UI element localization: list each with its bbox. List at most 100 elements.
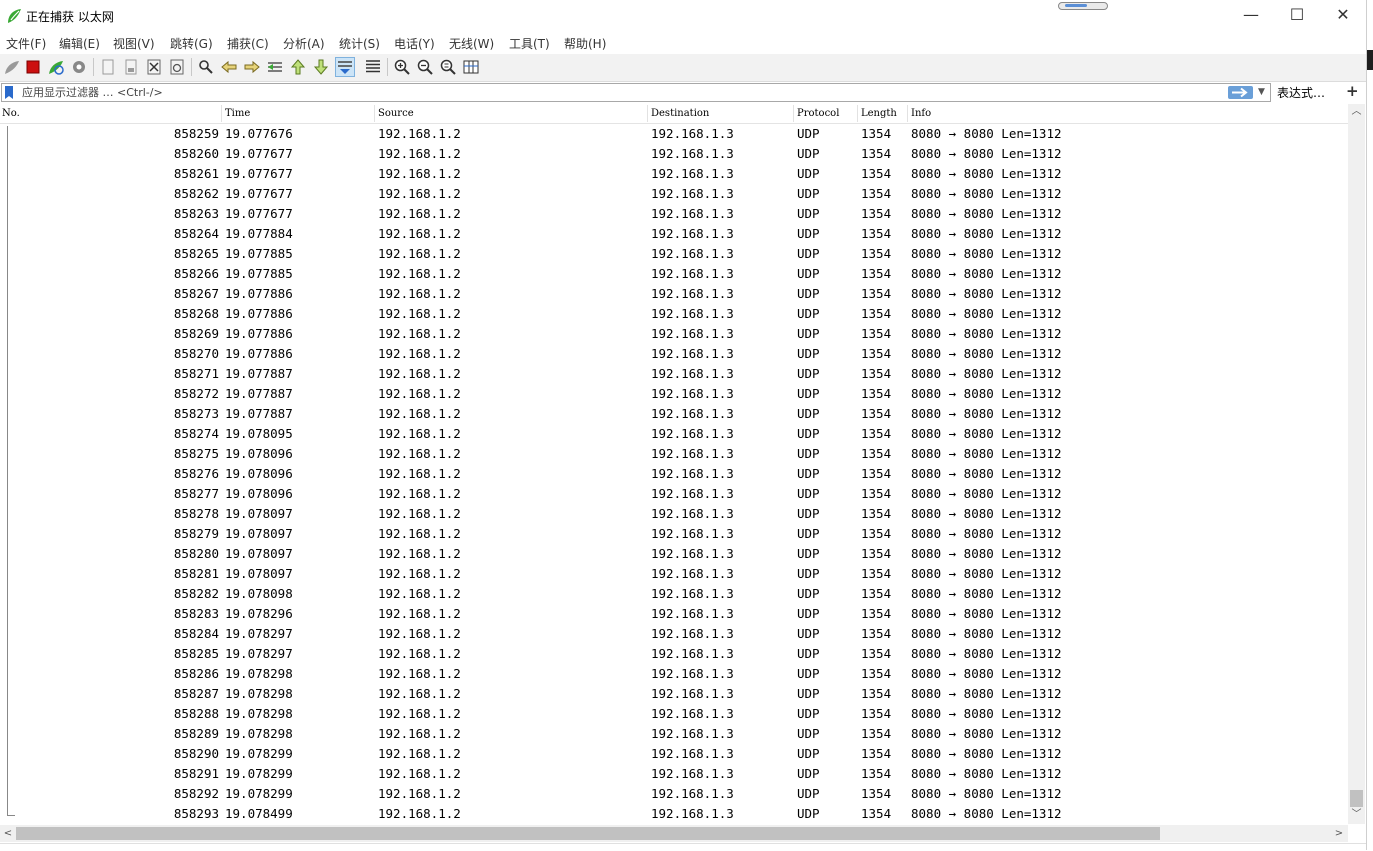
packet-row[interactable]: 858266 19.077885 192.168.1.2 192.168.1.3 UDP… xyxy=(0,264,1348,284)
menu-analyze[interactable]: 分析(A) xyxy=(283,35,325,52)
close-file-icon[interactable] xyxy=(145,58,163,76)
packet-row[interactable]: 858261 19.077677 192.168.1.2 192.168.1.3 UDP… xyxy=(0,164,1348,184)
column-header-source[interactable]: Source xyxy=(378,108,414,119)
scroll-up-arrow-icon[interactable]: ︿ xyxy=(1348,104,1365,120)
vertical-scrollbar[interactable]: ︿ ﹀ xyxy=(1348,104,1365,824)
packet-row[interactable]: 858293 19.078499 192.168.1.2 192.168.1.3 UDP… xyxy=(0,804,1348,824)
packet-list[interactable]: No. Time Source Destination Protocol Len… xyxy=(0,104,1366,824)
menu-view[interactable]: 视图(V) xyxy=(113,35,155,52)
packet-length: 1354 xyxy=(861,486,892,501)
open-file-icon[interactable] xyxy=(99,58,117,76)
menu-wireless[interactable]: 无线(W) xyxy=(449,35,494,52)
menu-file[interactable]: 文件(F) xyxy=(6,35,46,52)
expression-button[interactable]: 表达式… xyxy=(1277,84,1325,101)
packet-row[interactable]: 858264 19.077884 192.168.1.2 192.168.1.3 UDP… xyxy=(0,224,1348,244)
menu-capture[interactable]: 捕获(C) xyxy=(227,35,269,52)
packet-row[interactable]: 858284 19.078297 192.168.1.2 192.168.1.3 UDP… xyxy=(0,624,1348,644)
packet-row[interactable]: 858281 19.078097 192.168.1.2 192.168.1.3 UDP… xyxy=(0,564,1348,584)
horizontal-scrollbar[interactable]: < > xyxy=(0,825,1348,842)
minimize-button[interactable]: — xyxy=(1228,0,1274,30)
packet-row[interactable]: 858263 19.077677 192.168.1.2 192.168.1.3 UDP… xyxy=(0,204,1348,224)
column-divider[interactable] xyxy=(221,105,222,122)
menu-go[interactable]: 跳转(G) xyxy=(170,35,213,52)
scroll-down-arrow-icon[interactable]: ﹀ xyxy=(1348,807,1365,823)
first-packet-icon[interactable] xyxy=(289,58,307,76)
column-header-length[interactable]: Length xyxy=(861,108,897,119)
go-back-icon[interactable] xyxy=(220,58,238,76)
packet-row[interactable]: 858286 19.078298 192.168.1.2 192.168.1.3 UDP… xyxy=(0,664,1348,684)
menu-edit[interactable]: 编辑(E) xyxy=(59,35,100,52)
column-header-info[interactable]: Info xyxy=(911,108,931,119)
packet-row[interactable]: 858269 19.077886 192.168.1.2 192.168.1.3 UDP… xyxy=(0,324,1348,344)
column-header-protocol[interactable]: Protocol xyxy=(797,108,839,119)
packet-row[interactable]: 858290 19.078299 192.168.1.2 192.168.1.3 UDP… xyxy=(0,744,1348,764)
apply-filter-arrow-icon[interactable] xyxy=(1228,86,1253,99)
column-header-destination[interactable]: Destination xyxy=(651,108,709,119)
packet-row[interactable]: 858282 19.078098 192.168.1.2 192.168.1.3 UDP… xyxy=(0,584,1348,604)
packet-row[interactable]: 858292 19.078299 192.168.1.2 192.168.1.3 UDP… xyxy=(0,784,1348,804)
zoom-in-icon[interactable] xyxy=(393,58,411,76)
column-header-time[interactable]: Time xyxy=(225,108,250,119)
title-bar[interactable]: 正在捕获 以太网 — ☐ ✕ xyxy=(0,0,1366,32)
packet-row[interactable]: 858260 19.077677 192.168.1.2 192.168.1.3 UDP… xyxy=(0,144,1348,164)
go-forward-icon[interactable] xyxy=(243,58,261,76)
find-packet-icon[interactable] xyxy=(197,58,215,76)
packet-row[interactable]: 858265 19.077885 192.168.1.2 192.168.1.3 UDP… xyxy=(0,244,1348,264)
display-filter-input[interactable] xyxy=(18,84,1226,101)
packet-row[interactable]: 858262 19.077677 192.168.1.2 192.168.1.3 UDP… xyxy=(0,184,1348,204)
restart-capture-icon[interactable] xyxy=(47,58,65,76)
save-file-icon[interactable] xyxy=(122,58,140,76)
add-filter-button[interactable]: + xyxy=(1346,82,1359,100)
capture-options-icon[interactable] xyxy=(70,58,88,76)
packet-row[interactable]: 858276 19.078096 192.168.1.2 192.168.1.3 UDP… xyxy=(0,464,1348,484)
menu-telephony[interactable]: 电话(Y) xyxy=(394,35,435,52)
close-button[interactable]: ✕ xyxy=(1320,0,1366,30)
packet-row[interactable]: 858268 19.077886 192.168.1.2 192.168.1.3 UDP… xyxy=(0,304,1348,324)
auto-scroll-icon[interactable] xyxy=(335,57,355,77)
menu-statistics[interactable]: 统计(S) xyxy=(339,35,380,52)
colorize-icon[interactable] xyxy=(364,58,382,76)
packet-row[interactable]: 858279 19.078097 192.168.1.2 192.168.1.3 UDP… xyxy=(0,524,1348,544)
packet-row[interactable]: 858280 19.078097 192.168.1.2 192.168.1.3 UDP… xyxy=(0,544,1348,564)
go-to-packet-icon[interactable] xyxy=(266,58,284,76)
menu-tools[interactable]: 工具(T) xyxy=(509,35,550,52)
horizontal-scroll-thumb[interactable] xyxy=(16,827,1160,840)
normal-size-icon[interactable] xyxy=(439,58,457,76)
column-divider[interactable] xyxy=(907,105,908,122)
packet-row[interactable]: 858267 19.077886 192.168.1.2 192.168.1.3 UDP… xyxy=(0,284,1348,304)
vertical-scroll-thumb[interactable] xyxy=(1350,790,1363,807)
packet-row[interactable]: 858272 19.077887 192.168.1.2 192.168.1.3 UDP… xyxy=(0,384,1348,404)
maximize-button[interactable]: ☐ xyxy=(1274,0,1320,30)
packet-row[interactable]: 858288 19.078298 192.168.1.2 192.168.1.3 UDP… xyxy=(0,704,1348,724)
packet-row[interactable]: 858283 19.078296 192.168.1.2 192.168.1.3 UDP… xyxy=(0,604,1348,624)
packet-row[interactable]: 858285 19.078297 192.168.1.2 192.168.1.3 UDP… xyxy=(0,644,1348,664)
title-drag-handle[interactable] xyxy=(1058,2,1108,10)
packet-row[interactable]: 858289 19.078298 192.168.1.2 192.168.1.3 UDP… xyxy=(0,724,1348,744)
reload-file-icon[interactable] xyxy=(168,58,186,76)
resize-columns-icon[interactable] xyxy=(462,58,480,76)
scroll-left-arrow-icon[interactable]: < xyxy=(0,825,16,842)
packet-row[interactable]: 858270 19.077886 192.168.1.2 192.168.1.3 UDP… xyxy=(0,344,1348,364)
packet-row[interactable]: 858274 19.078095 192.168.1.2 192.168.1.3 UDP… xyxy=(0,424,1348,444)
menu-help[interactable]: 帮助(H) xyxy=(564,35,606,52)
scroll-right-arrow-icon[interactable]: > xyxy=(1331,825,1347,842)
last-packet-icon[interactable] xyxy=(312,58,330,76)
column-divider[interactable] xyxy=(374,105,375,122)
shark-fin-start-icon[interactable] xyxy=(3,58,21,76)
zoom-out-icon[interactable] xyxy=(416,58,434,76)
filter-bookmark-icon[interactable] xyxy=(5,86,13,99)
packet-row[interactable]: 858275 19.078096 192.168.1.2 192.168.1.3 UDP… xyxy=(0,444,1348,464)
packet-row[interactable]: 858273 19.077887 192.168.1.2 192.168.1.3 UDP… xyxy=(0,404,1348,424)
filter-history-dropdown[interactable]: ▼ xyxy=(1258,87,1265,97)
packet-row[interactable]: 858287 19.078298 192.168.1.2 192.168.1.3 UDP… xyxy=(0,684,1348,704)
packet-row[interactable]: 858259 19.077676 192.168.1.2 192.168.1.3 UDP… xyxy=(0,124,1348,144)
packet-row[interactable]: 858271 19.077887 192.168.1.2 192.168.1.3 UDP… xyxy=(0,364,1348,384)
column-divider[interactable] xyxy=(857,105,858,122)
stop-capture-icon[interactable] xyxy=(24,58,42,76)
packet-row[interactable]: 858278 19.078097 192.168.1.2 192.168.1.3 UDP… xyxy=(0,504,1348,524)
packet-row[interactable]: 858291 19.078299 192.168.1.2 192.168.1.3 UDP… xyxy=(0,764,1348,784)
packet-row[interactable]: 858277 19.078096 192.168.1.2 192.168.1.3 UDP… xyxy=(0,484,1348,504)
column-divider[interactable] xyxy=(793,105,794,122)
column-divider[interactable] xyxy=(647,105,648,122)
column-header-no[interactable]: No. xyxy=(2,108,20,119)
